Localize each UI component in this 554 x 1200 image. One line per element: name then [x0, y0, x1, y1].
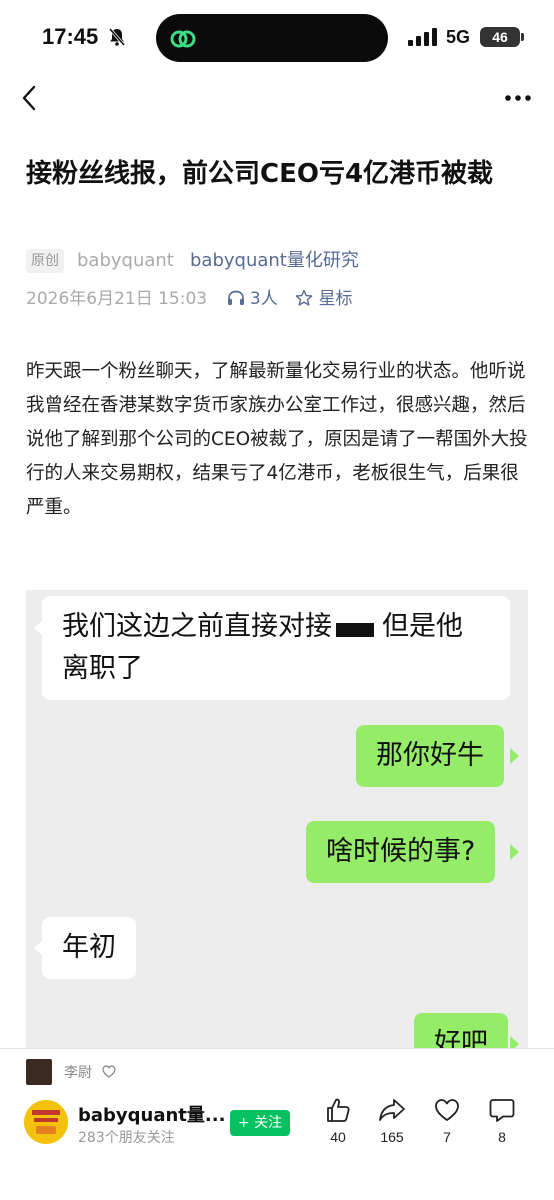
article-title: 接粉丝线报，前公司CEO亏4亿港币被裁 — [26, 159, 494, 189]
like-button[interactable]: 40 — [316, 1096, 360, 1145]
article-body: 昨天跟一个粉丝聊天，了解最新量化交易行业的状态。他听说我曾经在香港某数字货币家族… — [26, 361, 528, 518]
heart-icon — [435, 1099, 459, 1121]
network-type: 5G — [446, 27, 471, 47]
chat-screenshot: 我们这边之前直接对接 但是他 离职了 那你好牛 啥时候的事? 年初 好吧 — [26, 590, 528, 1048]
share-icon — [379, 1099, 405, 1121]
redacted-block — [336, 623, 374, 637]
publisher-avatar[interactable] — [24, 1100, 68, 1144]
star-label[interactable]: 星标 — [319, 289, 353, 309]
liker-name[interactable]: 李尉 — [64, 1062, 92, 1082]
publisher-logo-icon — [24, 1100, 68, 1144]
chat-message-sent: 啥时候的事? — [306, 821, 496, 883]
publish-date: 2026年6月21日 15:03 — [26, 289, 208, 309]
author-name[interactable]: babyquant — [77, 248, 174, 274]
chat-message-sent: 那你好牛 — [356, 725, 504, 787]
bubble-tail — [34, 940, 43, 956]
original-badge: 原创 — [26, 249, 64, 273]
account-name-link[interactable]: babyquant量化研究 — [190, 248, 359, 274]
battery-indicator: 46 — [480, 27, 520, 47]
back-arrow-icon[interactable] — [18, 84, 40, 112]
publisher-name[interactable]: babyquant量... — [78, 1101, 225, 1127]
status-time: 17:45 — [42, 24, 99, 49]
chat-message-sent: 好吧 — [414, 1013, 508, 1048]
heart-outline-icon — [102, 1065, 116, 1078]
share-button[interactable]: 165 — [370, 1096, 414, 1145]
headphones-icon — [227, 290, 244, 305]
bubble-tail — [34, 620, 43, 636]
liker-avatar[interactable] — [26, 1059, 52, 1085]
bubble-tail — [510, 748, 519, 764]
star-icon[interactable] — [295, 289, 313, 307]
cellular-signal-icon — [408, 28, 437, 46]
more-options-icon[interactable] — [504, 94, 532, 102]
article-meta: 2026年6月21日 15:03 3人 星标 — [26, 287, 353, 311]
mute-bell-icon — [108, 28, 126, 46]
thumbs-up-icon — [327, 1098, 350, 1122]
follow-button[interactable]: + 关注 — [230, 1110, 290, 1136]
favorite-count: 7 — [443, 1129, 451, 1145]
follower-count: 283个朋友关注 — [78, 1130, 175, 1146]
bubble-tail — [510, 1036, 519, 1048]
chat-message-received: 我们这边之前直接对接 但是他 离职了 — [42, 596, 510, 700]
chat-message-received: 年初 — [42, 917, 136, 979]
listen-count[interactable]: 3人 — [250, 289, 278, 309]
app-logo-icon — [170, 30, 196, 48]
comment-icon — [489, 1099, 515, 1122]
comment-count: 8 — [498, 1129, 506, 1145]
bubble-tail — [510, 844, 519, 860]
divider — [0, 1048, 554, 1049]
favorite-button[interactable]: 7 — [425, 1096, 469, 1145]
like-count: 40 — [330, 1129, 346, 1145]
share-count: 165 — [380, 1129, 404, 1145]
comment-button[interactable]: 8 — [480, 1096, 524, 1145]
battery-cap — [521, 33, 524, 41]
